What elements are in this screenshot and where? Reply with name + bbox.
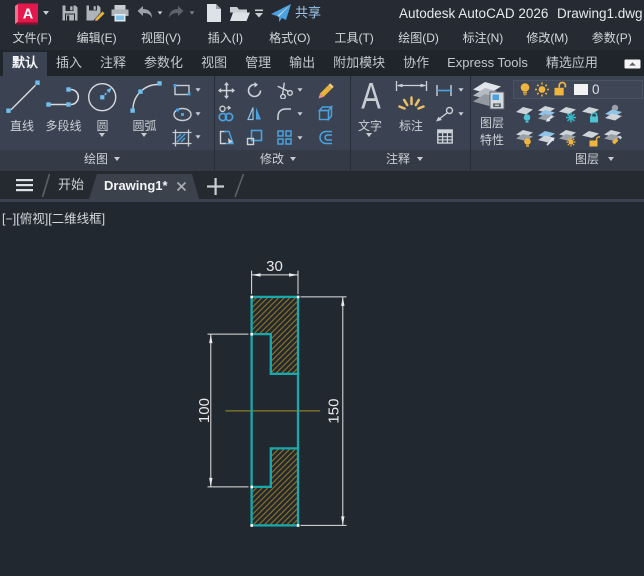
- svg-text:100: 100: [196, 398, 213, 423]
- svg-text:A: A: [361, 78, 381, 110]
- svg-text:A: A: [23, 6, 34, 22]
- svg-text:150: 150: [325, 399, 342, 424]
- svg-text:30: 30: [266, 258, 283, 275]
